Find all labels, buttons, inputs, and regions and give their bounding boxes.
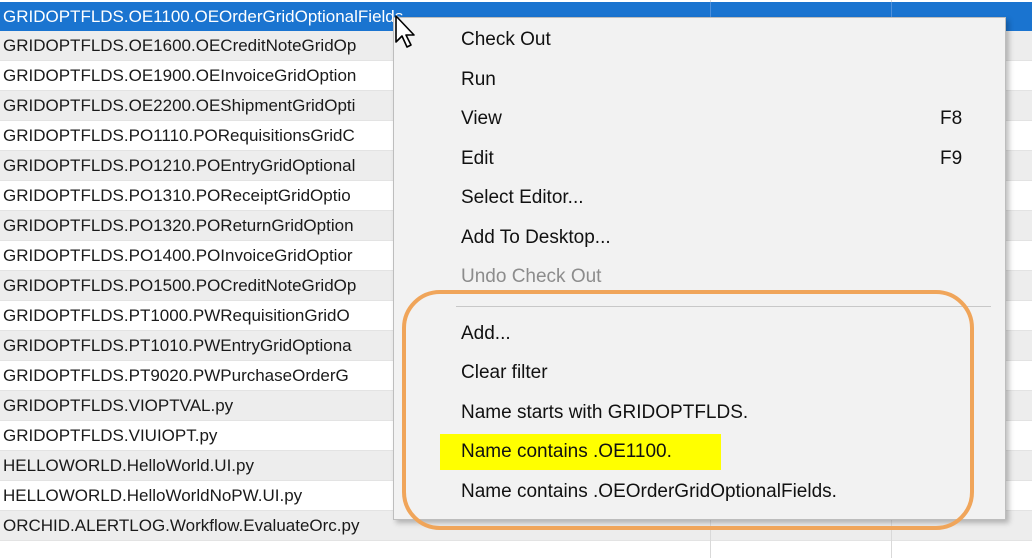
menu-item-edit[interactable]: Edit F9	[394, 141, 1005, 177]
mouse-pointer-icon	[395, 15, 415, 48]
menu-item-label: Edit	[461, 148, 494, 169]
menu-item-shortcut: F8	[940, 108, 963, 129]
menu-item-label: Run	[461, 69, 496, 90]
annotation-outline	[402, 290, 974, 530]
menu-item-view[interactable]: View F8	[394, 101, 1005, 137]
menu-item-select-editor[interactable]: Select Editor...	[394, 180, 1005, 216]
menu-item-label: Check Out	[461, 29, 551, 50]
menu-item-label: Select Editor...	[461, 187, 584, 208]
menu-item-label: Add To Desktop...	[461, 227, 611, 248]
menu-item-add-to-desktop[interactable]: Add To Desktop...	[394, 220, 1005, 256]
menu-item-check-out[interactable]: Check Out	[394, 22, 1005, 58]
menu-item-run[interactable]: Run	[394, 62, 1005, 98]
menu-item-shortcut: F9	[940, 148, 963, 169]
menu-item-label: View	[461, 108, 502, 129]
